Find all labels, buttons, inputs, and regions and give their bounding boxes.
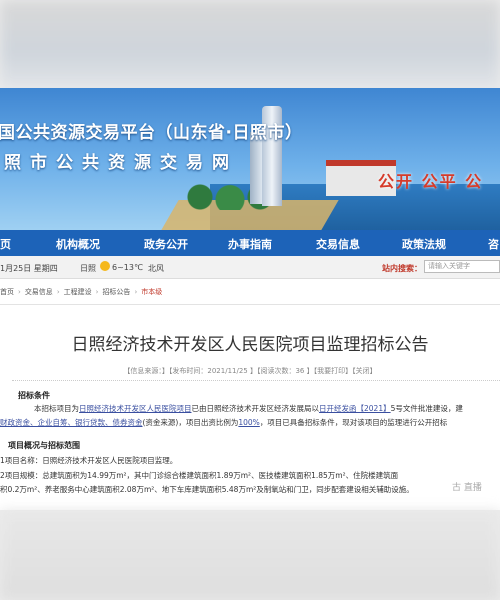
breadcrumb-bid-notice[interactable]: 招标公告: [102, 288, 130, 296]
list-item: 积0.2万m²、养老服务中心建筑面积2.08万m²、地下车库建筑面积5.48万m…: [0, 485, 414, 494]
article-meta: 【信息来源：】【发布时间：2021/11/25 】【阅读次数：36 】【我要打印…: [123, 367, 377, 375]
nav-item-policy[interactable]: 政策法规: [402, 236, 446, 252]
breadcrumb-current[interactable]: 市本级: [141, 288, 162, 296]
paragraph-line: 本招标项目为日照经济技术开发区人民医院项目已由日照经济技术开发区经济发展局以日开…: [34, 404, 463, 413]
search-label: 站内搜索：: [382, 264, 422, 273]
screenshot-frame: 国公共资源交易平台（山东省·日照市） 照市公共资源交易网 公开 公平 公 页 机…: [0, 0, 500, 600]
watermark-logo: 古 直播: [452, 483, 482, 493]
site-title-line2: 照市公共资源交易网: [4, 153, 238, 173]
divider: [0, 304, 500, 305]
sun-icon: [100, 261, 110, 271]
list-item: 2项目规模：总建筑面积为14.99万m²，其中门诊综合楼建筑面积1.89万m²、…: [0, 471, 399, 480]
wind-text: 北风: [148, 264, 164, 273]
article-title: 日照经济技术开发区人民医院项目监理招标公告: [71, 335, 429, 355]
breadcrumb-engineering[interactable]: 工程建设: [64, 288, 92, 296]
blurred-top-edge: [0, 0, 500, 88]
meta-divider: [12, 380, 500, 381]
nav-item-gov-affairs[interactable]: 政务公开: [144, 236, 188, 252]
date-text: 1月25日 星期四: [0, 264, 58, 273]
paragraph-line: 财政资金、企业自筹、银行贷款、债券资金(资金来源)，项目出资比例为100%，项目…: [0, 418, 448, 427]
list-item: 1项目名称：日照经济技术开发区人民医院项目监理。: [0, 456, 178, 465]
temperature-text: 6~13℃: [112, 263, 143, 272]
info-bar: 1月25日 星期四 日照 6~13℃ 北风 站内搜索： 请输入关键字: [0, 256, 500, 279]
section-heading-conditions: 招标条件: [18, 391, 50, 400]
banner-slogan: 公开 公平 公: [378, 172, 484, 191]
search-input[interactable]: 请输入关键字: [424, 260, 500, 273]
nav-item-consult[interactable]: 咨: [488, 236, 499, 252]
blurred-bottom-edge: [0, 510, 500, 600]
web-page: 国公共资源交易平台（山东省·日照市） 照市公共资源交易网 公开 公平 公 页 机…: [0, 88, 500, 510]
nav-item-home[interactable]: 页: [0, 236, 11, 252]
main-nav: 页 机构概况 政务公开 办事指南 交易信息 政策法规 咨: [0, 230, 500, 256]
breadcrumb: 首页 › 交易信息 › 工程建设 › 招标公告 › 市本级: [0, 288, 163, 296]
breadcrumb-home[interactable]: 首页: [0, 288, 14, 296]
site-title-line1: 国公共资源交易平台（山东省·日照市）: [0, 123, 303, 143]
nav-item-guide[interactable]: 办事指南: [228, 236, 272, 252]
nav-item-about[interactable]: 机构概况: [56, 236, 100, 252]
nav-item-trade-info[interactable]: 交易信息: [316, 236, 360, 252]
section-heading-overview: 项目概况与招标范围: [8, 441, 80, 450]
breadcrumb-trade-info[interactable]: 交易信息: [25, 288, 53, 296]
site-banner: 国公共资源交易平台（山东省·日照市） 照市公共资源交易网 公开 公平 公: [0, 88, 500, 230]
city-text: 日照: [80, 264, 96, 273]
